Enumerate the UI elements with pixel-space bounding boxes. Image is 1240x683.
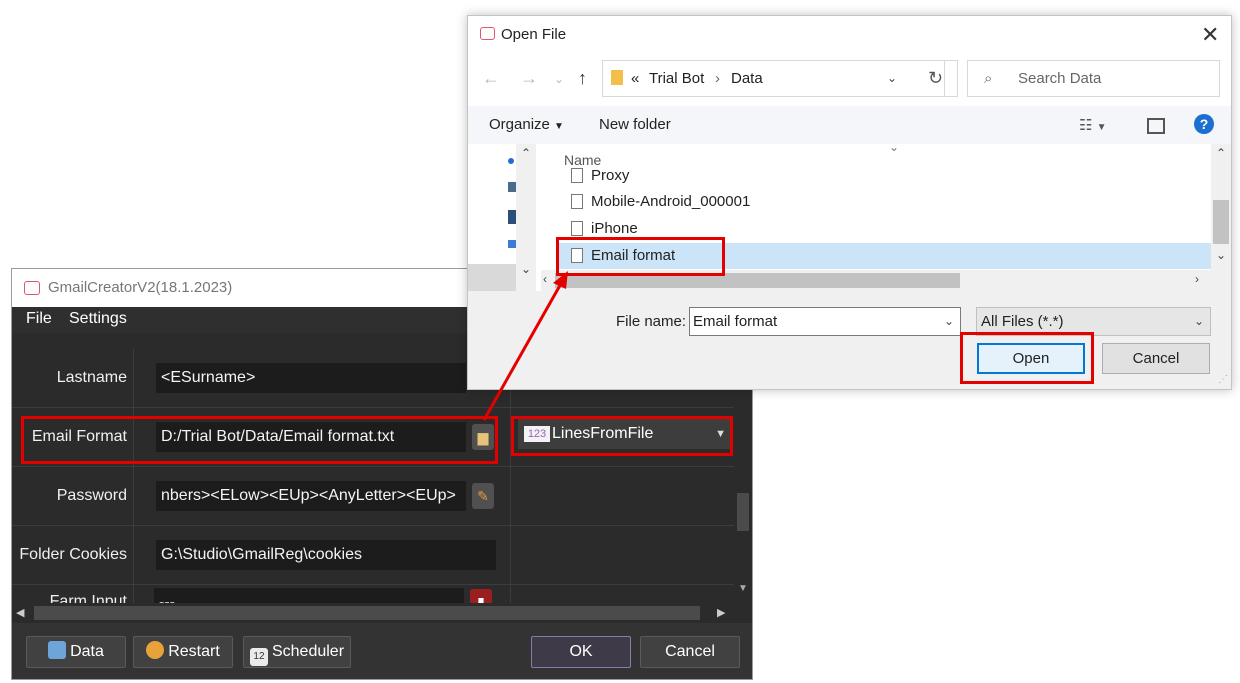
arrow-head (553, 271, 568, 289)
annotation-arrow (482, 271, 568, 421)
arrow-line (482, 279, 565, 421)
